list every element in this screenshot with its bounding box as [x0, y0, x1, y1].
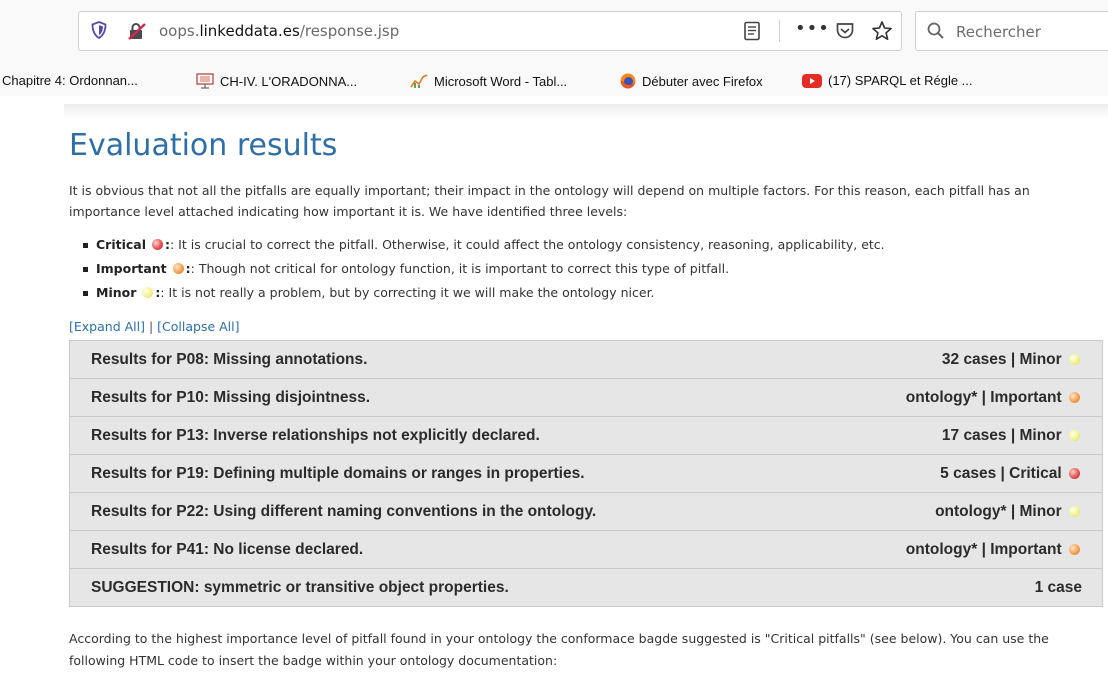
- minor-dot-icon: [142, 287, 154, 298]
- result-summary: 1 case: [1034, 579, 1082, 596]
- level-important-text: : Though not critical for ontology funct…: [190, 261, 730, 276]
- bookmark-item-chapitre4[interactable]: Chapitre 4: Ordonnan...: [2, 73, 138, 88]
- intro-paragraph: It is obvious that not all the pitfalls …: [69, 183, 1030, 219]
- result-label: Results for P41: No license declared.: [91, 541, 364, 558]
- url-bar-divider: [779, 20, 780, 42]
- toolbar-shadow: [64, 104, 1108, 118]
- importance-levels-list: Critical :: It is crucial to correct the…: [82, 235, 885, 307]
- search-icon: [926, 21, 946, 45]
- result-label: Results for P13: Inverse relationships n…: [91, 427, 540, 444]
- result-row-p08[interactable]: Results for P08: Missing annotations. 32 …: [70, 341, 1102, 379]
- critical-dot-icon: [152, 239, 163, 250]
- important-dot-icon: [1069, 392, 1080, 403]
- result-row-p19[interactable]: Results for P19: Defining multiple domai…: [70, 455, 1102, 493]
- result-row-p41[interactable]: Results for P41: No license declared. ont…: [70, 531, 1102, 569]
- important-dot-icon: [172, 263, 184, 274]
- result-row-p22[interactable]: Results for P22: Using different naming …: [70, 493, 1102, 531]
- browser-toolbar: oops.linkeddata.es/response.jsp ••• Rech…: [0, 0, 1108, 66]
- result-summary: ontology* | Important: [906, 389, 1082, 407]
- result-label: Results for P08: Missing annotations.: [91, 351, 368, 368]
- result-row-p13[interactable]: Results for P13: Inverse relationships n…: [70, 417, 1102, 455]
- reader-view-icon[interactable]: [743, 21, 761, 45]
- level-critical-text: : It is crucial to correct the pitfall. …: [169, 237, 885, 252]
- expand-collapse-links: [Expand All] | [Collapse All]: [69, 319, 240, 334]
- url-bar[interactable]: oops.linkeddata.es/response.jsp •••: [78, 11, 902, 51]
- result-label: Results for P19: Defining multiple domai…: [91, 465, 585, 482]
- link-separator: |: [144, 319, 158, 334]
- bookmarks-toolbar: Chapitre 4: Ordonnan... CH-IV. L'ORADONN…: [0, 66, 1108, 96]
- level-minor-text: : It is not really a problem, but by cor…: [160, 285, 655, 300]
- firefox-icon: [620, 73, 636, 92]
- bookmark-item-microsoft-word[interactable]: Microsoft Word - Tabl...: [410, 73, 567, 92]
- expand-all-link[interactable]: [Expand All]: [69, 319, 145, 334]
- level-minor: Minor :: It is not really a problem, but…: [82, 283, 885, 307]
- result-label: SUGGESTION: symmetric or transitive obje…: [91, 579, 509, 596]
- presentation-icon: [196, 73, 214, 92]
- result-summary: 17 cases | Minor: [942, 427, 1082, 445]
- result-label: Results for P10: Missing disjointness.: [91, 389, 371, 406]
- tracking-protection-shield-icon[interactable]: [91, 21, 107, 43]
- badge-paragraph: According to the highest importance leve…: [69, 631, 1049, 668]
- bookmark-item-sparql[interactable]: (17) SPARQL et Régle ...: [802, 73, 973, 91]
- result-summary: 5 cases | Critical: [940, 465, 1082, 483]
- bookmark-star-icon[interactable]: [871, 20, 893, 46]
- page-title: Evaluation results: [69, 128, 338, 163]
- results-list: Results for P08: Missing annotations. 32 …: [69, 340, 1103, 607]
- result-summary: ontology* | Minor: [935, 503, 1082, 521]
- page-actions-more-icon[interactable]: •••: [795, 18, 830, 39]
- important-dot-icon: [1069, 544, 1080, 555]
- collapse-all-link[interactable]: [Collapse All]: [157, 319, 239, 334]
- result-row-p10[interactable]: Results for P10: Missing disjointness. on…: [70, 379, 1102, 417]
- result-summary: 32 cases | Minor: [942, 351, 1082, 369]
- youtube-icon: [802, 74, 822, 91]
- result-row-suggestion[interactable]: SUGGESTION: symmetric or transitive obje…: [70, 569, 1102, 607]
- bookmark-item-debuter-firefox[interactable]: Débuter avec Firefox: [620, 73, 763, 92]
- critical-dot-icon: [1069, 468, 1080, 479]
- minor-dot-icon: [1069, 354, 1080, 365]
- result-summary: ontology* | Important: [906, 541, 1082, 559]
- chart-icon: [410, 73, 428, 92]
- level-critical: Critical :: It is crucial to correct the…: [82, 235, 885, 259]
- minor-dot-icon: [1069, 506, 1080, 517]
- insecure-lock-icon[interactable]: [127, 21, 147, 45]
- url-text[interactable]: oops.linkeddata.es/response.jsp: [159, 22, 399, 40]
- level-important: Important :: Though not critical for ont…: [82, 259, 885, 283]
- search-bar[interactable]: Rechercher: [915, 11, 1108, 51]
- pocket-icon[interactable]: [835, 21, 855, 45]
- minor-dot-icon: [1069, 430, 1080, 441]
- result-label: Results for P22: Using different naming …: [91, 503, 597, 520]
- search-placeholder: Rechercher: [956, 23, 1041, 41]
- bookmark-item-ch-iv[interactable]: CH-IV. L'ORADONNA...: [196, 73, 357, 92]
